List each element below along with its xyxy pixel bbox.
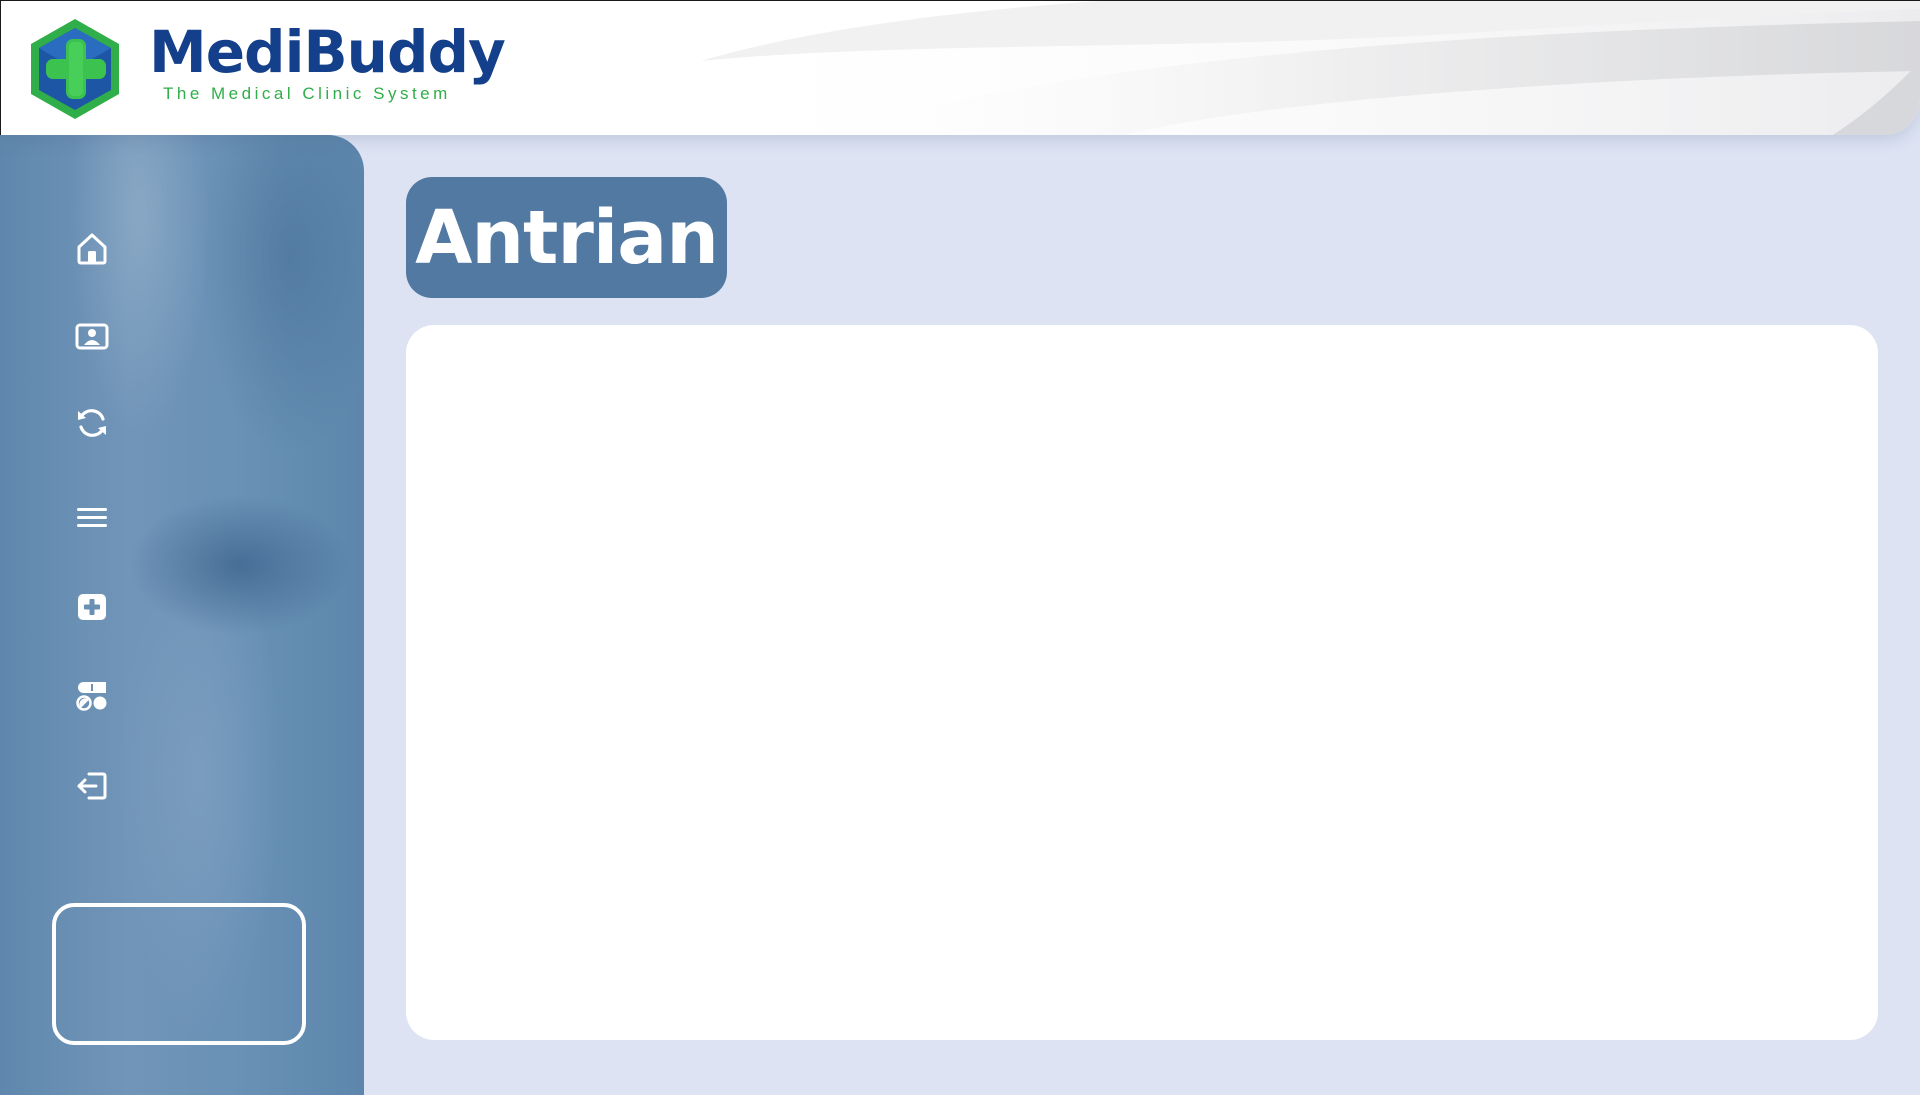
page-title: Antrian — [415, 194, 719, 281]
sidebar-item-patients[interactable] — [72, 316, 112, 356]
patient-card-icon — [75, 323, 109, 350]
sidebar-item-logout[interactable] — [72, 766, 112, 806]
sidebar-item-medical[interactable] — [72, 587, 112, 627]
medical-plus-icon — [78, 594, 106, 620]
home-icon — [77, 233, 107, 265]
pharmacy-icon — [76, 682, 107, 711]
sidebar-item-pharmacy[interactable] — [72, 676, 112, 716]
page-title-badge: Antrian — [406, 177, 727, 298]
list-menu-icon — [77, 508, 107, 527]
queue-content-panel — [406, 325, 1878, 1040]
user-info-box — [52, 903, 306, 1045]
refresh-icon — [78, 409, 106, 437]
sidebar — [0, 135, 364, 1095]
brand-name: MediBuddy — [149, 18, 506, 86]
sidebar-item-home[interactable] — [72, 228, 112, 268]
logout-icon — [77, 772, 107, 800]
brand-tagline: The Medical Clinic System — [163, 84, 451, 103]
sidebar-item-list[interactable] — [72, 497, 112, 537]
app-header: MediBuddy The Medical Clinic System — [0, 0, 1920, 135]
medibuddy-logo-icon — [31, 19, 119, 119]
sidebar-item-sync[interactable] — [72, 403, 112, 443]
